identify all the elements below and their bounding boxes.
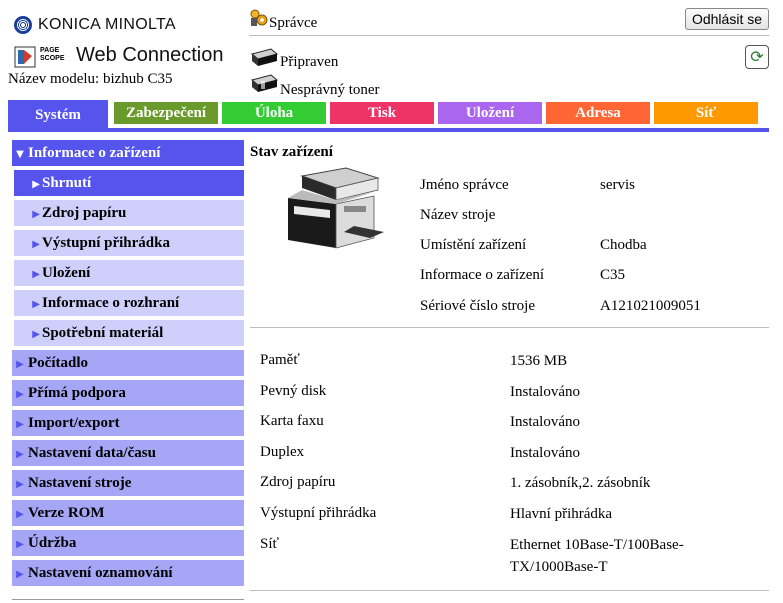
- serial-number-label: Sériové číslo stroje: [420, 298, 535, 314]
- triangle-right-icon: ▶: [32, 209, 40, 220]
- admin-icon: [250, 9, 268, 26]
- admin-label: Správce: [269, 15, 318, 31]
- serial-number-value: A121021009051: [600, 298, 701, 314]
- tab-security[interactable]: Zabezpečení: [114, 102, 218, 124]
- section-divider: [250, 327, 769, 328]
- paper-source-label: Zdroj papíru: [260, 474, 336, 490]
- printer-toner-icon: [250, 74, 279, 92]
- sidebar-bottom-divider: [12, 599, 244, 600]
- triangle-right-icon: ▶: [16, 449, 24, 460]
- triangle-right-icon: ▶: [32, 299, 40, 310]
- logout-button[interactable]: Odhlásit se: [685, 8, 769, 30]
- sidebar-item-paper-source[interactable]: ▶ Zdroj papíru: [14, 200, 244, 226]
- triangle-right-icon: ▶: [16, 479, 24, 490]
- memory-value: 1536 MB: [510, 353, 568, 369]
- printer-ready-icon: [250, 48, 279, 66]
- tab-job[interactable]: Úloha: [222, 102, 326, 124]
- device-info-value: C35: [600, 267, 626, 283]
- network-label: Síť: [260, 536, 279, 552]
- tab-print[interactable]: Tisk: [330, 102, 434, 124]
- device-image: [288, 167, 384, 249]
- duplex-value: Instalováno: [510, 445, 580, 461]
- status-toner: Nesprávný toner: [280, 82, 380, 98]
- sidebar-item-import-export[interactable]: ▶ Import/export: [12, 410, 244, 436]
- triangle-right-icon: ▶: [32, 179, 40, 190]
- output-tray-value: Hlavní přihrádka: [510, 506, 613, 522]
- sidebar-item-output-tray[interactable]: ▶ Výstupní přihrádka: [14, 230, 244, 256]
- konica-minolta-logo: KONICA MINOLTA: [14, 14, 214, 38]
- sidebar-item-date-time[interactable]: ▶ Nastavení data/času: [12, 440, 244, 466]
- fax-card-value: Instalováno: [510, 414, 580, 430]
- sidebar-item-direct-support[interactable]: ▶ Přímá podpora: [12, 380, 244, 406]
- pagescope-icon: [14, 46, 36, 68]
- output-tray-label: Výstupní přihrádka: [260, 505, 377, 521]
- admin-name-value: servis: [600, 177, 635, 193]
- triangle-down-icon: ▼: [16, 149, 24, 160]
- sidebar-item-consumables[interactable]: ▶ Spotřební materiál: [14, 320, 244, 346]
- sidebar-item-rom-version[interactable]: ▶ Verze ROM: [12, 500, 244, 526]
- refresh-icon[interactable]: ⟳: [745, 45, 769, 69]
- sidebar-item-maintenance[interactable]: ▶ Údržba: [12, 530, 244, 556]
- triangle-right-icon: ▶: [32, 269, 40, 280]
- tab-storage[interactable]: Uložení: [438, 102, 542, 124]
- triangle-right-icon: ▶: [32, 329, 40, 340]
- device-location-value: Chodba: [600, 237, 647, 253]
- sidebar-item-storage[interactable]: ▶ Uložení: [14, 260, 244, 286]
- web-connection-label: Web Connection: [76, 44, 224, 66]
- device-info-label: Informace o zařízení: [420, 267, 545, 283]
- header-divider: [249, 35, 769, 36]
- tab-network[interactable]: Síť: [654, 102, 758, 124]
- status-ready: Připraven: [280, 54, 339, 70]
- sidebar-item-counter[interactable]: ▶ Počítadlo: [12, 350, 244, 376]
- triangle-right-icon: ▶: [16, 419, 24, 430]
- triangle-right-icon: ▶: [16, 509, 24, 520]
- triangle-right-icon: ▶: [16, 389, 24, 400]
- paper-source-value: 1. zásobník,2. zásobník: [510, 475, 651, 491]
- triangle-right-icon: ▶: [16, 539, 24, 550]
- fax-card-label: Karta faxu: [260, 413, 324, 429]
- konica-minolta-mark-icon: [14, 16, 32, 34]
- page-title: Stav zařízení: [250, 144, 333, 160]
- admin-name-label: Jméno správce: [420, 177, 509, 193]
- pagescope-logo: PAGE SCOPE Web Connection: [14, 44, 224, 70]
- brand-name: KONICA MINOLTA: [38, 16, 176, 33]
- hard-disk-label: Pevný disk: [260, 383, 327, 399]
- machine-name-label: Název stroje: [420, 207, 496, 223]
- device-location-label: Umístění zařízení: [420, 237, 527, 253]
- triangle-right-icon: ▶: [16, 359, 24, 370]
- network-value: Ethernet 10Base-T/100Base-TX/1000Base-T: [510, 537, 684, 575]
- sidebar-item-device-info[interactable]: ▼ Informace o zařízení: [12, 140, 244, 166]
- sidebar-item-notification[interactable]: ▶ Nastavení oznamování: [12, 560, 244, 586]
- tab-underline: [8, 128, 769, 132]
- sidebar-item-interface-info[interactable]: ▶ Informace o rozhraní: [14, 290, 244, 316]
- sidebar-item-summary[interactable]: ▶ Shrnutí: [14, 170, 244, 196]
- sidebar-item-machine-settings[interactable]: ▶ Nastavení stroje: [12, 470, 244, 496]
- section-bottom-divider: [250, 590, 769, 591]
- pagescope-label: PAGE SCOPE: [40, 47, 65, 62]
- hard-disk-value: Instalováno: [510, 384, 580, 400]
- tab-address[interactable]: Adresa: [546, 102, 650, 124]
- triangle-right-icon: ▶: [32, 239, 40, 250]
- duplex-label: Duplex: [260, 444, 305, 460]
- triangle-right-icon: ▶: [16, 569, 24, 580]
- model-name: Název modelu: bizhub C35: [8, 71, 173, 87]
- memory-label: Paměť: [260, 352, 300, 368]
